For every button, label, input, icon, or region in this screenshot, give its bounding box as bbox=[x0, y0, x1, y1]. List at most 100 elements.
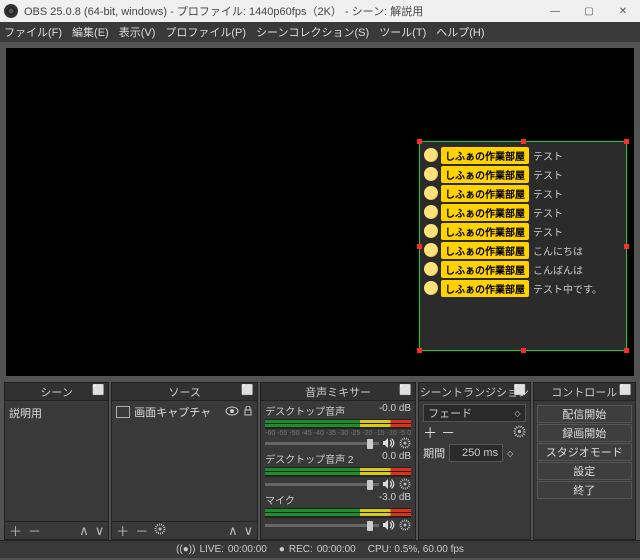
speaker-icon[interactable] bbox=[382, 478, 396, 490]
source-up-button[interactable]: ∧ bbox=[228, 523, 238, 539]
chevron-updown-icon[interactable]: ◇ bbox=[507, 449, 513, 458]
rec-time: 00:00:00 bbox=[317, 544, 356, 555]
controls-title: コントロール bbox=[551, 384, 617, 400]
scene-transition-panel: シーントランジション ⬜ フェード ◇ ＋ － 期間 250 ms bbox=[418, 382, 530, 540]
avatar-icon bbox=[424, 262, 438, 276]
mixer-channel-db: 0.0 dB bbox=[382, 451, 411, 466]
scene-item[interactable]: 説明用 bbox=[9, 403, 104, 423]
resize-handle-tm[interactable] bbox=[521, 139, 526, 144]
transition-duration-value: 250 ms bbox=[462, 447, 498, 459]
scene-down-button[interactable]: ∨ bbox=[95, 523, 105, 539]
exit-button[interactable]: 終了 bbox=[537, 481, 632, 499]
source-item[interactable]: 画面キャプチャ bbox=[116, 403, 253, 421]
gear-icon[interactable] bbox=[399, 478, 411, 490]
transition-add-button[interactable]: ＋ bbox=[423, 423, 437, 443]
resize-handle-mr[interactable] bbox=[624, 244, 629, 249]
scenes-list[interactable]: 説明用 bbox=[5, 401, 108, 521]
scene-up-button[interactable]: ∧ bbox=[79, 523, 89, 539]
display-capture-icon bbox=[116, 406, 130, 418]
source-remove-button[interactable]: － bbox=[135, 521, 148, 540]
start-recording-button[interactable]: 録画開始 bbox=[537, 424, 632, 442]
avatar-icon bbox=[424, 186, 438, 200]
sources-list[interactable]: 画面キャプチャ bbox=[112, 401, 257, 521]
controls-panel: コントロール ⬜ 配信開始 録画開始 スタジオモード 設定 終了 bbox=[533, 382, 636, 540]
chat-row: しふぁの作業部屋こんにちは bbox=[424, 241, 622, 259]
transition-duration-input[interactable]: 250 ms bbox=[449, 444, 503, 462]
chat-message: テスト中です。 bbox=[533, 281, 602, 296]
source-add-button[interactable]: ＋ bbox=[116, 521, 129, 540]
menu-help[interactable]: ヘルプ(H) bbox=[436, 24, 484, 40]
preview-area[interactable]: しふぁの作業部屋テストしふぁの作業部屋テストしふぁの作業部屋テストしふぁの作業部… bbox=[6, 48, 634, 376]
transition-remove-button[interactable]: － bbox=[441, 423, 455, 443]
live-label: LIVE: bbox=[199, 544, 223, 555]
transition-settings-button[interactable] bbox=[513, 425, 526, 441]
rec-label: REC: bbox=[289, 544, 313, 555]
mixer-volume-slider[interactable] bbox=[265, 483, 379, 486]
resize-handle-tr[interactable] bbox=[624, 139, 629, 144]
source-down-button[interactable]: ∨ bbox=[244, 523, 254, 539]
chat-row: しふぁの作業部屋こんばんは bbox=[424, 260, 622, 278]
chat-username: しふぁの作業部屋 bbox=[441, 166, 529, 183]
resize-handle-bl[interactable] bbox=[417, 348, 422, 353]
popout-icon[interactable]: ⬜ bbox=[241, 385, 253, 397]
sources-panel-header: ソース ⬜ bbox=[112, 383, 257, 401]
resize-handle-tl[interactable] bbox=[417, 139, 422, 144]
mixer-volume-slider[interactable] bbox=[265, 442, 379, 445]
resize-handle-bm[interactable] bbox=[521, 348, 526, 353]
visibility-toggle[interactable] bbox=[225, 406, 239, 419]
resize-handle-ml[interactable] bbox=[417, 244, 422, 249]
scene-add-button[interactable]: ＋ bbox=[9, 521, 22, 540]
gear-icon[interactable] bbox=[399, 519, 411, 531]
studio-mode-button[interactable]: スタジオモード bbox=[537, 443, 632, 461]
scenes-panel: シーン ⬜ 説明用 ＋ － ∧ ∨ bbox=[4, 382, 109, 540]
speaker-icon[interactable] bbox=[382, 437, 396, 449]
menu-view[interactable]: 表示(V) bbox=[119, 24, 156, 40]
menu-scene-collection[interactable]: シーンコレクション(S) bbox=[256, 24, 369, 40]
scenes-panel-title: シーン bbox=[40, 384, 72, 400]
resize-handle-br[interactable] bbox=[624, 348, 629, 353]
menu-bar: ファイル(F) 編集(E) 表示(V) プロファイル(P) シーンコレクション(… bbox=[0, 22, 640, 42]
chat-row: しふぁの作業部屋テスト bbox=[424, 165, 622, 183]
selected-source-outline[interactable]: しふぁの作業部屋テストしふぁの作業部屋テストしふぁの作業部屋テストしふぁの作業部… bbox=[419, 141, 627, 351]
popout-icon[interactable]: ⬜ bbox=[92, 385, 104, 397]
chat-row: しふぁの作業部屋テスト bbox=[424, 184, 622, 202]
avatar-icon bbox=[424, 167, 438, 181]
scene-remove-button[interactable]: － bbox=[28, 521, 41, 540]
menu-tools[interactable]: ツール(T) bbox=[379, 24, 426, 40]
speaker-icon[interactable] bbox=[382, 519, 396, 531]
gear-icon[interactable] bbox=[399, 437, 411, 449]
minimize-button[interactable]: — bbox=[538, 0, 572, 22]
scenes-panel-header: シーン ⬜ bbox=[5, 383, 108, 401]
source-settings-button[interactable] bbox=[154, 523, 166, 538]
chat-username: しふぁの作業部屋 bbox=[441, 204, 529, 221]
avatar-icon bbox=[424, 224, 438, 238]
menu-profile[interactable]: プロファイル(P) bbox=[165, 24, 246, 40]
chat-row: しふぁの作業部屋テスト bbox=[424, 146, 622, 164]
chat-username: しふぁの作業部屋 bbox=[441, 242, 529, 259]
start-streaming-button[interactable]: 配信開始 bbox=[537, 405, 632, 423]
popout-icon[interactable]: ⬜ bbox=[619, 385, 631, 397]
chat-username: しふぁの作業部屋 bbox=[441, 280, 529, 297]
mixer-level-meter bbox=[265, 508, 411, 518]
popout-icon[interactable]: ⬜ bbox=[399, 385, 411, 397]
chevron-updown-icon: ◇ bbox=[514, 409, 520, 418]
avatar-icon bbox=[424, 243, 438, 257]
broadcast-icon: ((●)) bbox=[176, 544, 195, 555]
mixer-channel: マイク-3.0 dB bbox=[265, 492, 411, 531]
menu-file[interactable]: ファイル(F) bbox=[4, 24, 62, 40]
mixer-level-meter bbox=[265, 419, 411, 429]
transition-type-select[interactable]: フェード ◇ bbox=[423, 404, 525, 422]
maximize-button[interactable]: ▢ bbox=[572, 0, 606, 22]
menu-edit[interactable]: 編集(E) bbox=[72, 24, 109, 40]
audio-mixer-header: 音声ミキサー ⬜ bbox=[261, 383, 415, 401]
close-button[interactable]: ✕ bbox=[606, 0, 640, 22]
settings-button[interactable]: 設定 bbox=[537, 462, 632, 480]
mixer-volume-slider[interactable] bbox=[265, 524, 379, 527]
mixer-channel-db: -3.0 dB bbox=[379, 492, 411, 507]
popout-icon[interactable]: ⬜ bbox=[514, 385, 526, 397]
mixer-channel: デスクトップ音声 20.0 dB bbox=[265, 451, 411, 490]
lock-toggle[interactable] bbox=[243, 406, 253, 419]
controls-header: コントロール ⬜ bbox=[534, 383, 635, 401]
chat-overlay: しふぁの作業部屋テストしふぁの作業部屋テストしふぁの作業部屋テストしふぁの作業部… bbox=[420, 142, 626, 350]
chat-message: こんにちは bbox=[533, 243, 583, 258]
